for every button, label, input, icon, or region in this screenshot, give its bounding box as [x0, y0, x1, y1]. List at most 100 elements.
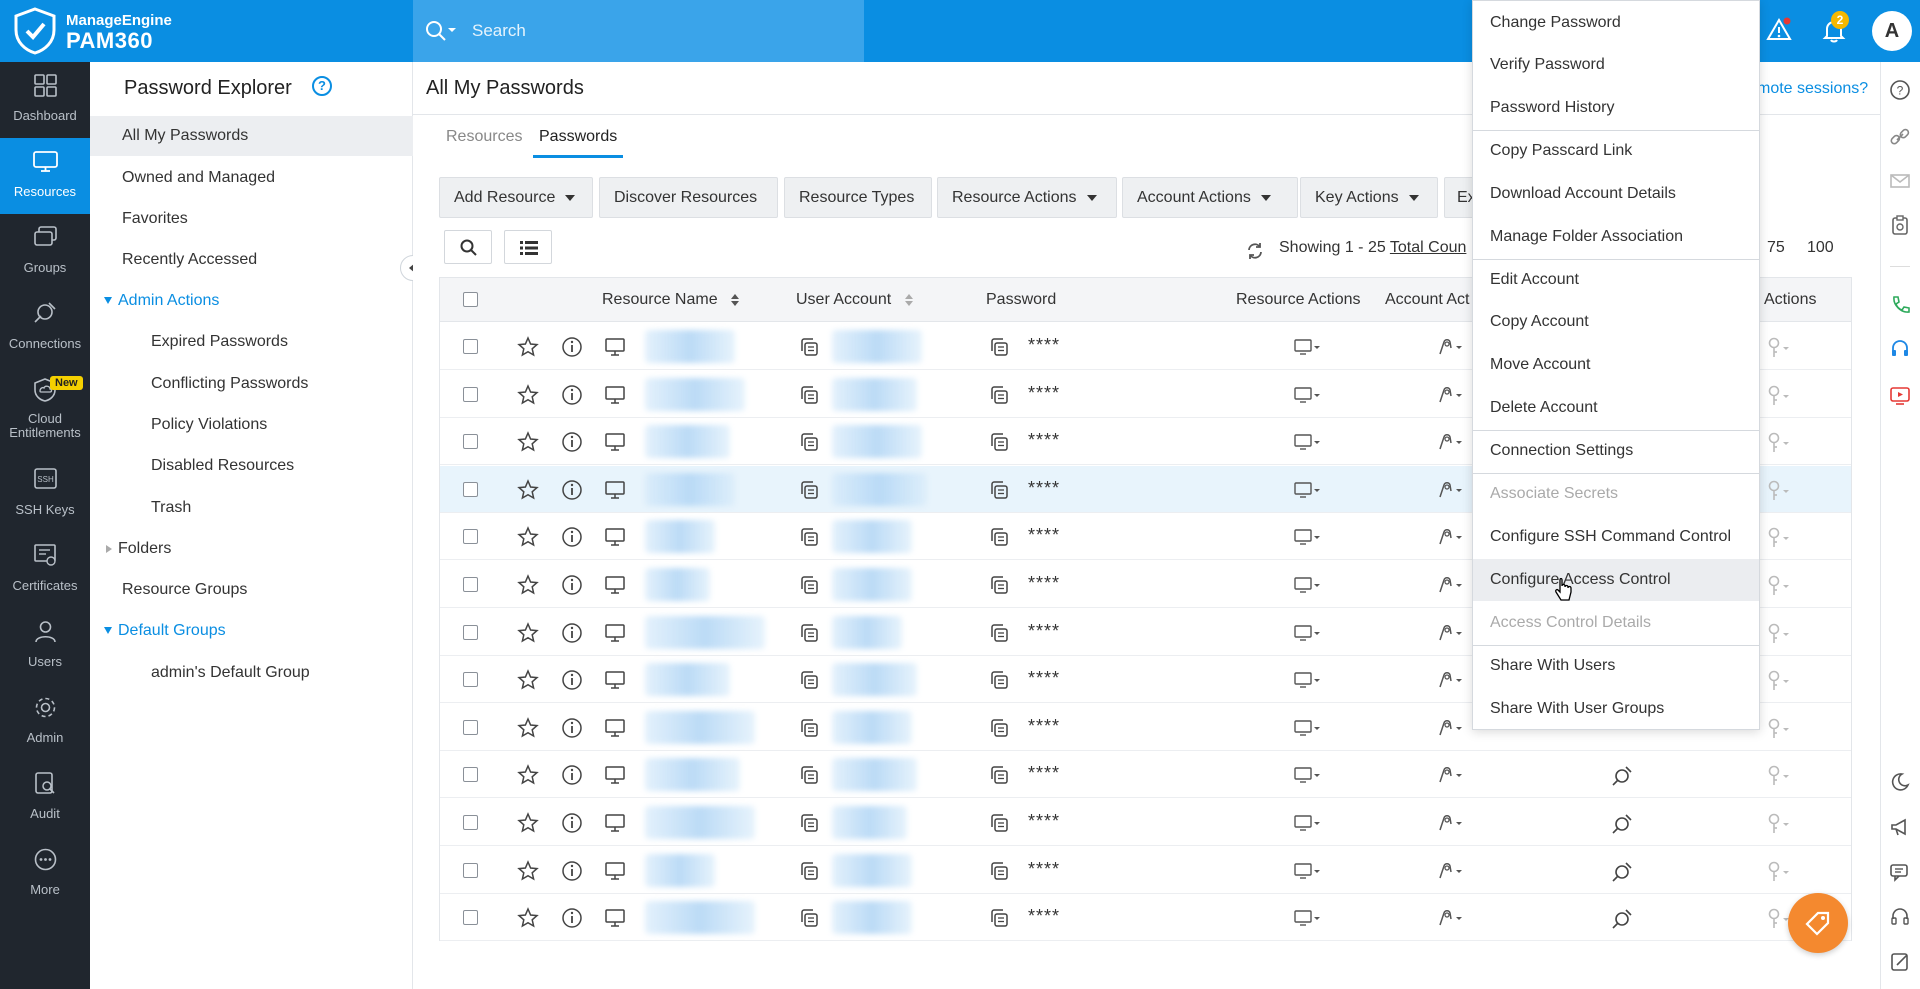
star-icon[interactable] — [517, 574, 539, 596]
star-icon[interactable] — [517, 526, 539, 548]
nav-groups[interactable]: Groups — [0, 214, 90, 290]
menu-item-share-with-user-groups[interactable]: Share With User Groups — [1473, 688, 1759, 730]
tab-resources[interactable]: Resources — [446, 128, 522, 158]
key-dropdown-icon[interactable] — [1766, 336, 1796, 360]
copy-icon[interactable] — [798, 669, 820, 691]
key-dropdown-icon[interactable] — [1766, 717, 1796, 741]
account-actions-dropdown-icon[interactable] — [1435, 907, 1465, 929]
phone-icon[interactable] — [1889, 294, 1911, 316]
account-actions-dropdown-icon[interactable] — [1435, 717, 1465, 739]
info-icon[interactable] — [561, 431, 583, 453]
page-size-75[interactable]: 75 — [1767, 239, 1785, 257]
explorer-item-recently-accessed[interactable]: Recently Accessed — [90, 240, 413, 280]
copy-password-icon[interactable] — [988, 669, 1010, 691]
copy-password-icon[interactable] — [988, 812, 1010, 834]
user-account-redacted[interactable] — [832, 758, 917, 792]
row-checkbox[interactable] — [463, 386, 478, 402]
password-mask[interactable]: **** — [1028, 763, 1060, 784]
password-mask[interactable]: **** — [1028, 716, 1060, 737]
info-icon[interactable] — [561, 622, 583, 644]
user-account-redacted[interactable] — [832, 377, 917, 411]
table-row[interactable]: **** — [440, 894, 1851, 942]
list-view-button[interactable] — [504, 230, 552, 264]
floating-action-button[interactable] — [1788, 893, 1848, 953]
announcement-icon[interactable] — [1889, 816, 1911, 838]
remote-sessions-link[interactable]: mote sessions? — [1757, 80, 1868, 98]
resource-actions-dropdown-icon[interactable] — [1293, 431, 1323, 453]
table-row[interactable]: **** — [440, 751, 1851, 799]
headset-support-icon[interactable] — [1889, 338, 1911, 360]
resource-actions-dropdown-icon[interactable] — [1293, 764, 1323, 786]
explorer-item-resource-groups[interactable]: Resource Groups — [90, 570, 413, 610]
copy-icon[interactable] — [798, 717, 820, 739]
connect-icon[interactable] — [1610, 812, 1634, 836]
search-input[interactable]: Search — [472, 21, 526, 41]
key-dropdown-icon[interactable] — [1766, 812, 1796, 836]
copy-icon[interactable] — [798, 812, 820, 834]
mail-icon[interactable] — [1889, 170, 1911, 192]
password-mask[interactable]: **** — [1028, 430, 1060, 451]
key-dropdown-icon[interactable] — [1766, 622, 1796, 646]
row-checkbox[interactable] — [463, 624, 478, 640]
explorer-item-folders[interactable]: Folders — [90, 529, 413, 569]
table-row[interactable]: **** — [440, 847, 1851, 894]
row-checkbox[interactable] — [463, 434, 478, 450]
password-mask[interactable]: **** — [1028, 859, 1060, 880]
menu-item-change-password[interactable]: Change Password — [1473, 2, 1759, 44]
dark-mode-icon[interactable] — [1889, 771, 1911, 793]
resource-name-redacted[interactable] — [645, 758, 740, 792]
resource-types-button[interactable]: Resource Types — [784, 177, 932, 218]
info-icon[interactable] — [561, 812, 583, 834]
explorer-item-disabled-resources[interactable]: Disabled Resources — [90, 446, 413, 486]
copy-icon[interactable] — [798, 860, 820, 882]
info-icon[interactable] — [561, 336, 583, 358]
resource-actions-dropdown-icon[interactable] — [1293, 669, 1323, 691]
clipboard-icon[interactable] — [1889, 214, 1911, 236]
key-dropdown-icon[interactable] — [1766, 764, 1796, 788]
headset-icon[interactable] — [1889, 906, 1911, 928]
copy-password-icon[interactable] — [988, 717, 1010, 739]
nav-dashboard[interactable]: Dashboard — [0, 62, 90, 138]
account-actions-button[interactable]: Account Actions — [1122, 177, 1298, 218]
connect-icon[interactable] — [1610, 860, 1634, 884]
resource-actions-dropdown-icon[interactable] — [1293, 574, 1323, 596]
menu-item-download-account-details[interactable]: Download Account Details — [1473, 173, 1759, 215]
resource-actions-dropdown-icon[interactable] — [1293, 384, 1323, 406]
account-actions-dropdown-icon[interactable] — [1435, 860, 1465, 882]
resource-name-redacted[interactable] — [645, 710, 755, 744]
star-icon[interactable] — [517, 859, 539, 882]
sort-icon[interactable] — [730, 292, 740, 308]
user-account-redacted[interactable] — [832, 901, 912, 935]
password-mask[interactable]: **** — [1028, 383, 1060, 404]
key-dropdown-icon[interactable] — [1766, 479, 1796, 503]
star-icon[interactable] — [517, 336, 539, 358]
account-actions-dropdown-icon[interactable] — [1435, 669, 1465, 691]
row-checkbox[interactable] — [463, 672, 478, 688]
row-checkbox[interactable] — [463, 815, 478, 830]
copy-password-icon[interactable] — [988, 860, 1010, 882]
explorer-item-conflicting-passwords[interactable]: Conflicting Passwords — [90, 364, 413, 404]
table-row[interactable]: **** — [440, 799, 1851, 846]
account-actions-dropdown-icon[interactable] — [1435, 526, 1465, 548]
column-header-user-account[interactable]: User Account — [796, 277, 914, 322]
resource-name-redacted[interactable] — [645, 615, 765, 649]
table-search-button[interactable] — [444, 230, 492, 264]
account-actions-dropdown-icon[interactable] — [1435, 336, 1465, 358]
copy-icon[interactable] — [798, 384, 820, 406]
resource-actions-dropdown-icon[interactable] — [1293, 479, 1323, 501]
resource-name-redacted[interactable] — [645, 901, 755, 935]
alert-icon[interactable] — [1765, 16, 1793, 44]
video-icon[interactable] — [1889, 384, 1911, 406]
explorer-item-all-my-passwords[interactable]: All My Passwords — [90, 116, 413, 156]
account-actions-dropdown-icon[interactable] — [1435, 384, 1465, 406]
resource-name-redacted[interactable] — [645, 377, 745, 411]
avatar[interactable]: A — [1872, 11, 1912, 51]
explorer-item-expired-passwords[interactable]: Expired Passwords — [90, 322, 413, 362]
key-dropdown-icon[interactable] — [1766, 574, 1796, 598]
help-circle-icon[interactable]: ? — [1889, 79, 1911, 101]
user-account-redacted[interactable] — [832, 520, 912, 554]
nav-admin[interactable]: Admin — [0, 684, 90, 760]
row-checkbox[interactable] — [463, 339, 478, 354]
copy-icon[interactable] — [798, 764, 820, 786]
resource-name-redacted[interactable] — [645, 425, 730, 459]
